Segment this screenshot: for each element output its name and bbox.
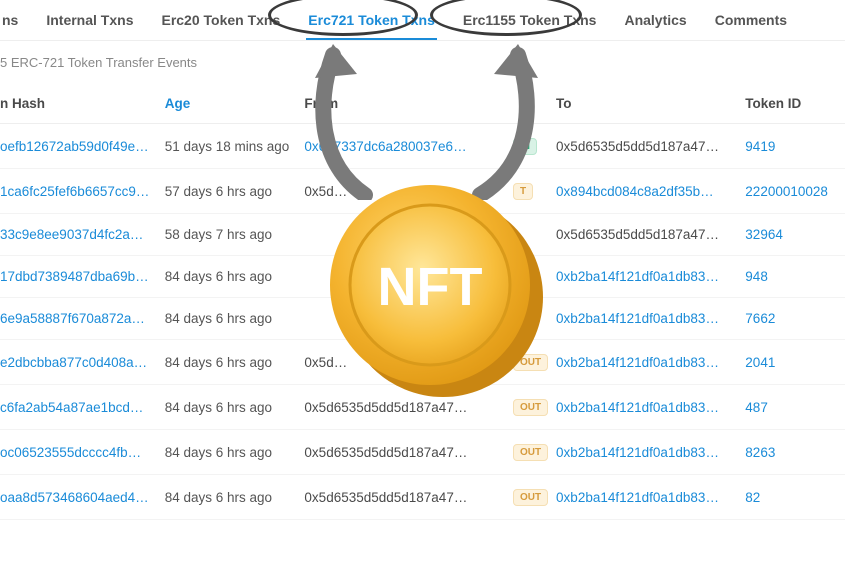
txn-hash-link[interactable]: c6fa2ab54a87ae1bcd… (0, 385, 165, 430)
direction-cell (513, 298, 556, 340)
tab-erc721[interactable]: Erc721 Token Txns (306, 8, 437, 40)
txn-hash-link[interactable]: oaa8d573468604aed4… (0, 475, 165, 520)
col-age[interactable]: Age (165, 84, 305, 124)
table-row: oefb12672ab59d0f49e…51 days 18 mins ago0… (0, 124, 845, 169)
txn-hash-link[interactable]: 6e9a58887f670a872a… (0, 298, 165, 340)
tab-txns[interactable]: ns (0, 8, 20, 40)
direction-badge: OUT (513, 489, 548, 506)
txn-age: 58 days 7 hrs ago (165, 214, 305, 256)
direction-cell: IN (513, 124, 556, 169)
token-id-link[interactable]: 22200010028 (745, 169, 845, 214)
to-address[interactable]: 0xb2ba14f121df0a1db83… (556, 340, 745, 385)
table-row: 33c9e8ee9037d4fc2a…58 days 7 hrs ago 0x5d… (0, 214, 845, 256)
txn-age: 84 days 6 hrs ago (165, 475, 305, 520)
tab-internal-txns[interactable]: Internal Txns (44, 8, 135, 40)
col-token-id: Token ID (745, 84, 845, 124)
tab-erc20[interactable]: Erc20 Token Txns (159, 8, 282, 40)
direction-cell (513, 214, 556, 256)
txn-hash-link[interactable]: e2dbcbba877c0d408a… (0, 340, 165, 385)
token-id-link[interactable]: 2041 (745, 340, 845, 385)
table-row: oc06523555dcccc4fb…84 days 6 hrs ago0x5d… (0, 430, 845, 475)
table-row: c6fa2ab54a87ae1bcd…84 days 6 hrs ago0x5d… (0, 385, 845, 430)
from-address: 0x5d6535d5dd5d187a47… (304, 385, 513, 430)
txn-age: 84 days 6 hrs ago (165, 385, 305, 430)
table-row: 17dbd7389487dba69b…84 days 6 hrs ago 0xb2… (0, 256, 845, 298)
token-id-link[interactable]: 32964 (745, 214, 845, 256)
col-direction (513, 84, 556, 124)
to-address[interactable]: 0xb2ba14f121df0a1db83… (556, 385, 745, 430)
direction-cell: OUT (513, 385, 556, 430)
direction-badge: OUT (513, 444, 548, 461)
direction-badge: OUT (513, 354, 548, 371)
to-address[interactable]: 0xb2ba14f121df0a1db83… (556, 256, 745, 298)
tabs-bar: ns Internal Txns Erc20 Token Txns Erc721 To… (0, 0, 845, 41)
txn-age: 51 days 18 mins ago (165, 124, 305, 169)
table-row: 6e9a58887f670a872a…84 days 6 hrs ago 0xb2… (0, 298, 845, 340)
table-row: oaa8d573468604aed4…84 days 6 hrs ago0x5d… (0, 475, 845, 520)
txn-age: 84 days 6 hrs ago (165, 340, 305, 385)
token-id-link[interactable]: 82 (745, 475, 845, 520)
token-id-link[interactable]: 487 (745, 385, 845, 430)
col-from: From (304, 84, 513, 124)
token-id-link[interactable]: 8263 (745, 430, 845, 475)
to-address[interactable]: 0xb2ba14f121df0a1db83… (556, 475, 745, 520)
direction-cell: OUT (513, 430, 556, 475)
from-address: 0x5d… (304, 340, 513, 385)
txn-hash-link[interactable]: 17dbd7389487dba69b… (0, 256, 165, 298)
tab-analytics[interactable]: Analytics (622, 8, 688, 40)
from-address (304, 256, 513, 298)
direction-cell: T (513, 169, 556, 214)
from-address: 0x5d… (304, 169, 513, 214)
from-address (304, 214, 513, 256)
txn-age: 84 days 6 hrs ago (165, 298, 305, 340)
to-address: 0x5d6535d5dd5d187a47… (556, 124, 745, 169)
table-row: 1ca6fc25fef6b6657cc9…57 days 6 hrs ago0x… (0, 169, 845, 214)
direction-badge: T (513, 183, 533, 200)
token-id-link[interactable]: 7662 (745, 298, 845, 340)
txn-hash-link[interactable]: oefb12672ab59d0f49e… (0, 124, 165, 169)
transfer-count-label: 5 ERC-721 Token Transfer Events (0, 41, 845, 84)
table-header-row: n Hash Age From To Token ID (0, 84, 845, 124)
from-address: 0x5d6535d5dd5d187a47… (304, 475, 513, 520)
direction-badge: OUT (513, 399, 548, 416)
transfers-table: n Hash Age From To Token ID oefb12672ab5… (0, 84, 845, 520)
col-hash: n Hash (0, 84, 165, 124)
txn-age: 84 days 6 hrs ago (165, 430, 305, 475)
table-row: e2dbcbba877c0d408a…84 days 6 hrs ago0x5d… (0, 340, 845, 385)
from-address[interactable]: 0x657337dc6a280037e6… (304, 124, 513, 169)
txn-hash-link[interactable]: oc06523555dcccc4fb… (0, 430, 165, 475)
tab-erc1155[interactable]: Erc1155 Token Txns (461, 8, 599, 40)
direction-badge: IN (513, 138, 537, 155)
txn-age: 84 days 6 hrs ago (165, 256, 305, 298)
tab-comments[interactable]: Comments (713, 8, 789, 40)
direction-cell: OUT (513, 475, 556, 520)
from-address (304, 298, 513, 340)
from-address: 0x5d6535d5dd5d187a47… (304, 430, 513, 475)
col-to: To (556, 84, 745, 124)
to-address[interactable]: 0x894bcd084c8a2df35b… (556, 169, 745, 214)
token-id-link[interactable]: 9419 (745, 124, 845, 169)
txn-hash-link[interactable]: 33c9e8ee9037d4fc2a… (0, 214, 165, 256)
to-address: 0x5d6535d5dd5d187a47… (556, 214, 745, 256)
to-address[interactable]: 0xb2ba14f121df0a1db83… (556, 298, 745, 340)
txn-age: 57 days 6 hrs ago (165, 169, 305, 214)
table-body: oefb12672ab59d0f49e…51 days 18 mins ago0… (0, 124, 845, 520)
direction-cell: OUT (513, 340, 556, 385)
direction-cell (513, 256, 556, 298)
txn-hash-link[interactable]: 1ca6fc25fef6b6657cc9… (0, 169, 165, 214)
to-address[interactable]: 0xb2ba14f121df0a1db83… (556, 430, 745, 475)
token-id-link[interactable]: 948 (745, 256, 845, 298)
